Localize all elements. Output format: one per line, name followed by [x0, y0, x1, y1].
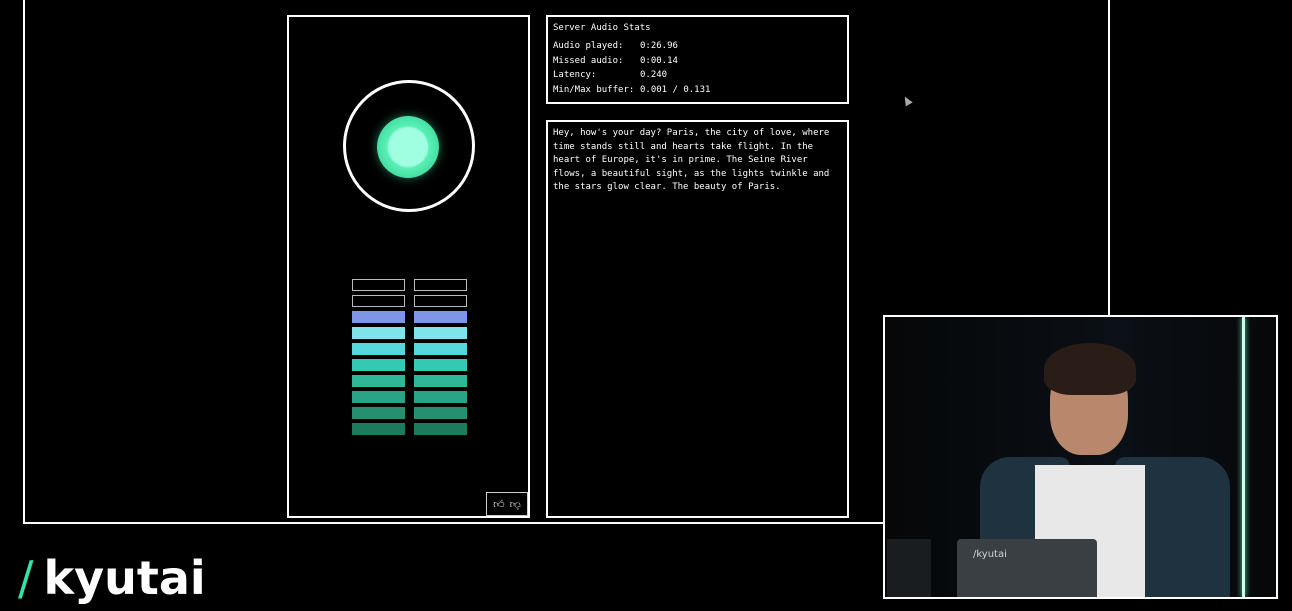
meter-bar-left — [352, 311, 405, 323]
meter-bar-right — [414, 343, 467, 355]
speaker-video: /kyutai — [883, 315, 1278, 599]
meter-row — [352, 391, 467, 403]
stats-row: Latency: 0.240 — [553, 68, 842, 83]
laptop-label: /kyutai — [973, 549, 1007, 560]
stats-label: Min/Max buffer: — [553, 84, 635, 95]
meter-bar-right — [414, 279, 467, 291]
video-laptop — [957, 539, 1097, 597]
meter-row — [352, 295, 467, 307]
meter-bar-left — [352, 295, 405, 307]
speaker-hair — [1044, 343, 1136, 395]
meter-bar-left — [352, 327, 405, 339]
video-podium — [887, 539, 931, 597]
meter-row — [352, 375, 467, 387]
meter-bar-right — [414, 311, 467, 323]
meter-bar-right — [414, 375, 467, 387]
stats-row: Missed audio: 0:00.14 — [553, 54, 842, 69]
brand-name: kyutai — [43, 551, 206, 605]
meter-bar-left — [352, 423, 405, 435]
video-light-strip — [1242, 317, 1245, 597]
stats-row: Audio played: 0:26.96 — [553, 39, 842, 54]
meter-bar-right — [414, 423, 467, 435]
meter-row — [352, 359, 467, 371]
meter-bar-left — [352, 375, 405, 387]
stats-label: Latency: — [553, 70, 597, 80]
meter-bar-left — [352, 391, 405, 403]
orb-core — [377, 116, 439, 178]
brand-logo: / kyutai — [18, 548, 206, 608]
meter-bar-right — [414, 359, 467, 371]
meter-bar-right — [414, 407, 467, 419]
feedback-box: 👍︎ 👎︎ — [486, 492, 528, 516]
meter-row — [352, 311, 467, 323]
stats-value: 0:00.14 — [640, 55, 678, 66]
stats-value: 0:26.96 — [640, 41, 678, 51]
stats-row: Min/Max buffer: 0.001 / 0.131 — [553, 83, 842, 98]
meter-bar-right — [414, 391, 467, 403]
meter-bar-right — [414, 327, 467, 339]
stats-panel: Server Audio Stats Audio played: 0:26.96 … — [546, 15, 849, 104]
stats-value: 0.240 — [640, 70, 668, 80]
meter-row — [352, 279, 467, 291]
meter-bar-right — [414, 295, 467, 307]
thumbs-up-icon[interactable]: 👍︎ — [493, 498, 505, 511]
brand-slash: / — [18, 551, 34, 605]
thumbs-down-icon[interactable]: 👎︎ — [510, 498, 521, 511]
meter-row — [352, 327, 467, 339]
stats-label: Missed audio: — [553, 55, 624, 66]
meter-row — [352, 423, 467, 435]
meter-bar-left — [352, 343, 405, 355]
meter-bar-left — [352, 359, 405, 371]
stats-label: Audio played: — [553, 41, 624, 51]
meter-bar-left — [352, 279, 405, 291]
audio-level-meter — [352, 279, 467, 439]
meter-row — [352, 407, 467, 419]
meter-row — [352, 343, 467, 355]
stats-value: 0.001 / 0.131 — [640, 84, 711, 95]
transcript-panel: Hey, how's your day? Paris, the city of … — [546, 120, 849, 518]
stats-title: Server Audio Stats — [553, 23, 651, 33]
meter-bar-left — [352, 407, 405, 419]
transcript-text: Hey, how's your day? Paris, the city of … — [553, 128, 830, 192]
